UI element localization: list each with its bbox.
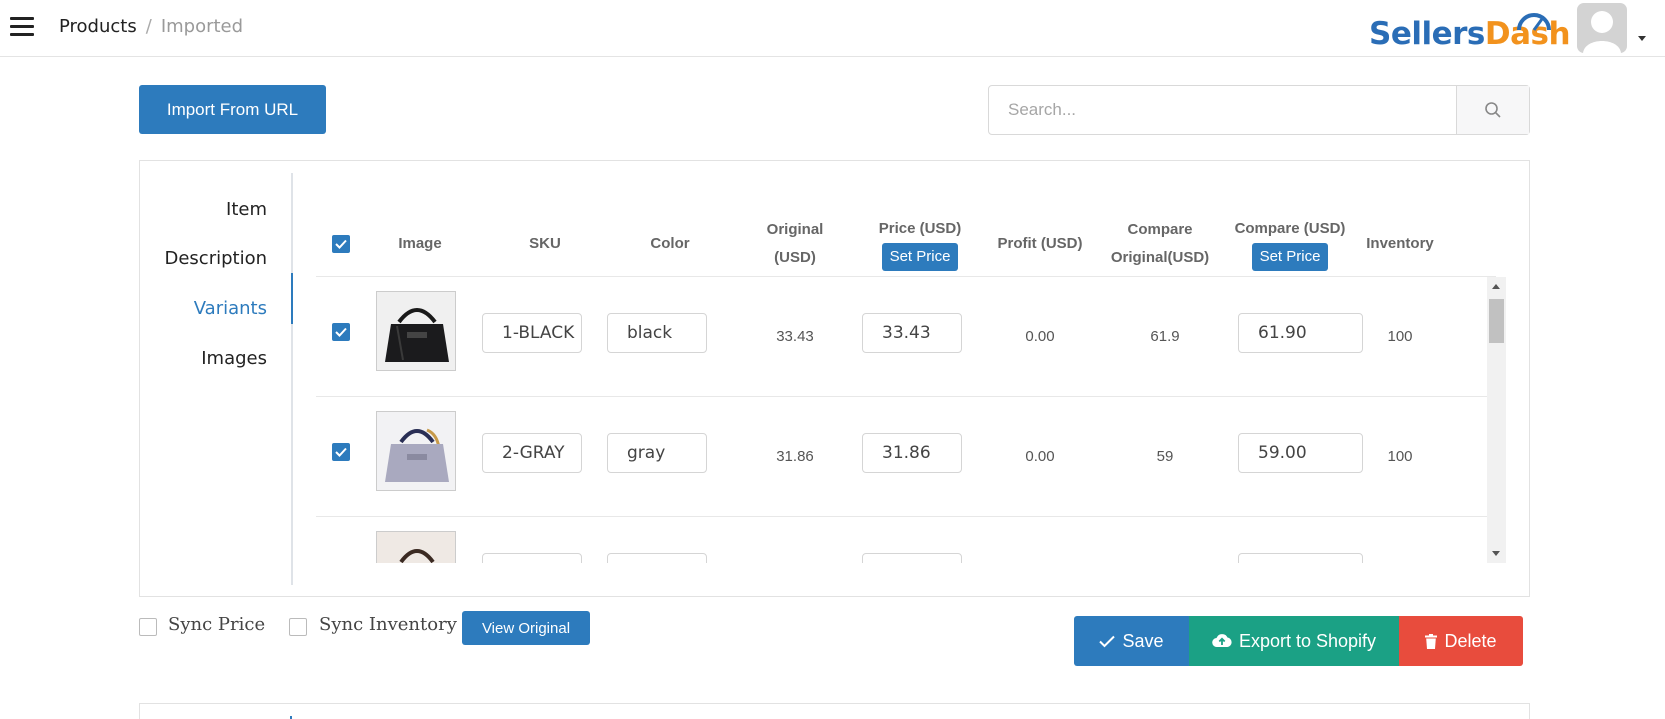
profit-value: 0.00 xyxy=(1025,328,1055,345)
active-nav-indicator xyxy=(291,273,293,324)
breadcrumb: Products / Imported xyxy=(59,16,243,37)
column-header-compare-original-line1: Compare xyxy=(1127,221,1193,238)
inventory-value: 100 xyxy=(1387,448,1413,465)
menu-icon[interactable] xyxy=(10,17,34,37)
set-compare-price-button[interactable]: Set Price xyxy=(1251,243,1329,271)
color-input[interactable] xyxy=(607,553,707,563)
profit-value: 0.00 xyxy=(1025,448,1055,465)
sku-input[interactable]: 1-BLACK xyxy=(482,313,582,353)
search-icon xyxy=(1485,102,1501,118)
handbag-image xyxy=(377,532,455,563)
export-label: Export to Shopify xyxy=(1238,630,1377,651)
save-label: Save xyxy=(1122,630,1164,651)
export-to-shopify-button[interactable]: Export to Shopify xyxy=(1189,616,1399,666)
sku-input[interactable] xyxy=(482,553,582,563)
breadcrumb-products[interactable]: Products xyxy=(59,16,137,37)
user-icon xyxy=(1583,11,1621,53)
column-header-compare-label: Compare (USD) xyxy=(1234,220,1346,237)
price-input[interactable]: 33.43 xyxy=(862,313,962,353)
set-price-button[interactable]: Set Price xyxy=(881,243,959,271)
price-input[interactable]: 31.86 xyxy=(862,433,962,473)
price-input[interactable] xyxy=(862,553,962,563)
column-header-original: Original (USD) xyxy=(745,216,845,272)
trash-icon xyxy=(1425,633,1438,649)
nav-item-images[interactable]: Images xyxy=(201,348,267,369)
check-icon xyxy=(1099,635,1116,647)
column-header-original-line1: Original xyxy=(766,221,824,238)
original-price-value: 33.43 xyxy=(776,328,814,345)
checkmark-icon xyxy=(335,447,347,457)
variant-image-brown-bag[interactable] xyxy=(376,531,456,563)
column-header-price-label: Price (USD) xyxy=(878,220,962,237)
inventory-value: 100 xyxy=(1387,328,1413,345)
scroll-up-arrow-icon[interactable] xyxy=(1492,284,1500,289)
column-header-compare: Compare (USD) Set Price xyxy=(1228,215,1352,271)
original-price-value: 31.86 xyxy=(776,448,814,465)
breadcrumb-imported: Imported xyxy=(160,16,244,37)
save-button[interactable]: Save xyxy=(1074,616,1189,666)
scroll-down-arrow-icon[interactable] xyxy=(1492,551,1500,556)
nav-item-variants[interactable]: Variants xyxy=(194,298,267,319)
select-all-checkbox[interactable] xyxy=(332,235,350,253)
compare-original-value: 61.9 xyxy=(1150,328,1180,345)
column-header-price: Price (USD) Set Price xyxy=(865,215,975,271)
checkmark-icon xyxy=(335,327,347,337)
secondary-panel xyxy=(139,703,1530,719)
product-section-nav: Item Description Variants Images xyxy=(140,173,293,585)
sku-input[interactable]: 2-GRAY xyxy=(482,433,582,473)
column-header-compare-original: Compare Original(USD) xyxy=(1095,216,1225,272)
column-header-inventory: Inventory xyxy=(1366,235,1434,252)
nav-item-description[interactable]: Description xyxy=(164,248,267,269)
variants-table-header: Image SKU Color Original (USD) Price (US… xyxy=(316,175,1496,277)
row-select-checkbox[interactable] xyxy=(332,443,350,461)
sync-inventory-label: Sync Inventory xyxy=(319,614,457,635)
import-from-url-button[interactable]: Import From URL xyxy=(139,85,326,134)
user-avatar[interactable] xyxy=(1577,3,1627,53)
action-button-group: Save Export to Shopify Delete xyxy=(1074,616,1523,666)
nav-item-item[interactable]: Item xyxy=(226,199,267,220)
logo-text-sellers: Sellers xyxy=(1369,16,1485,52)
column-header-compare-original-line2: Original(USD) xyxy=(1110,249,1210,266)
variants-table-body: 1-BLACK black 33.43 33.43 0.00 61.9 61.9… xyxy=(316,277,1516,563)
sync-price-label: Sync Price xyxy=(168,614,266,635)
top-bar: Products / Imported SellersDash xyxy=(0,0,1665,57)
search-box xyxy=(988,85,1530,135)
compare-original-value: 59 xyxy=(1156,448,1174,465)
color-input[interactable]: gray xyxy=(607,433,707,473)
search-button[interactable] xyxy=(1456,86,1529,134)
checkmark-icon xyxy=(335,239,347,249)
view-original-button[interactable]: View Original xyxy=(462,611,590,645)
column-header-sku: SKU xyxy=(529,235,561,252)
breadcrumb-separator: / xyxy=(145,16,152,37)
variant-image-gray-bag[interactable] xyxy=(376,411,456,491)
variant-image-black-bag[interactable] xyxy=(376,291,456,371)
row-select-checkbox[interactable] xyxy=(332,323,350,341)
color-input[interactable]: black xyxy=(607,313,707,353)
table-row: 2-GRAY gray 31.86 31.86 0.00 59 59.00 10… xyxy=(316,397,1496,517)
user-dropdown-caret-icon[interactable] xyxy=(1638,36,1646,41)
sync-price-checkbox[interactable] xyxy=(139,618,157,636)
sellersdash-logo[interactable]: SellersDash xyxy=(1369,10,1571,52)
scrollbar-thumb[interactable] xyxy=(1489,299,1504,343)
delete-button[interactable]: Delete xyxy=(1399,616,1523,666)
table-row xyxy=(316,517,1496,563)
search-input[interactable] xyxy=(989,86,1456,134)
column-header-image: Image xyxy=(398,235,442,252)
handbag-image xyxy=(377,292,455,370)
sync-inventory-checkbox[interactable] xyxy=(289,618,307,636)
table-row: 1-BLACK black 33.43 33.43 0.00 61.9 61.9… xyxy=(316,277,1496,397)
column-header-color: Color xyxy=(650,235,690,252)
delete-label: Delete xyxy=(1444,630,1497,651)
speedometer-icon xyxy=(1517,13,1551,31)
table-scrollbar[interactable] xyxy=(1487,277,1506,563)
compare-price-input[interactable] xyxy=(1238,553,1363,563)
cloud-upload-icon xyxy=(1212,634,1232,648)
handbag-image xyxy=(377,412,455,490)
column-header-original-line2: (USD) xyxy=(774,249,816,266)
compare-price-input[interactable]: 61.90 xyxy=(1238,313,1363,353)
product-edit-panel: Item Description Variants Images Image S… xyxy=(139,160,1530,597)
column-header-profit: Profit (USD) xyxy=(997,235,1083,252)
compare-price-input[interactable]: 59.00 xyxy=(1238,433,1363,473)
